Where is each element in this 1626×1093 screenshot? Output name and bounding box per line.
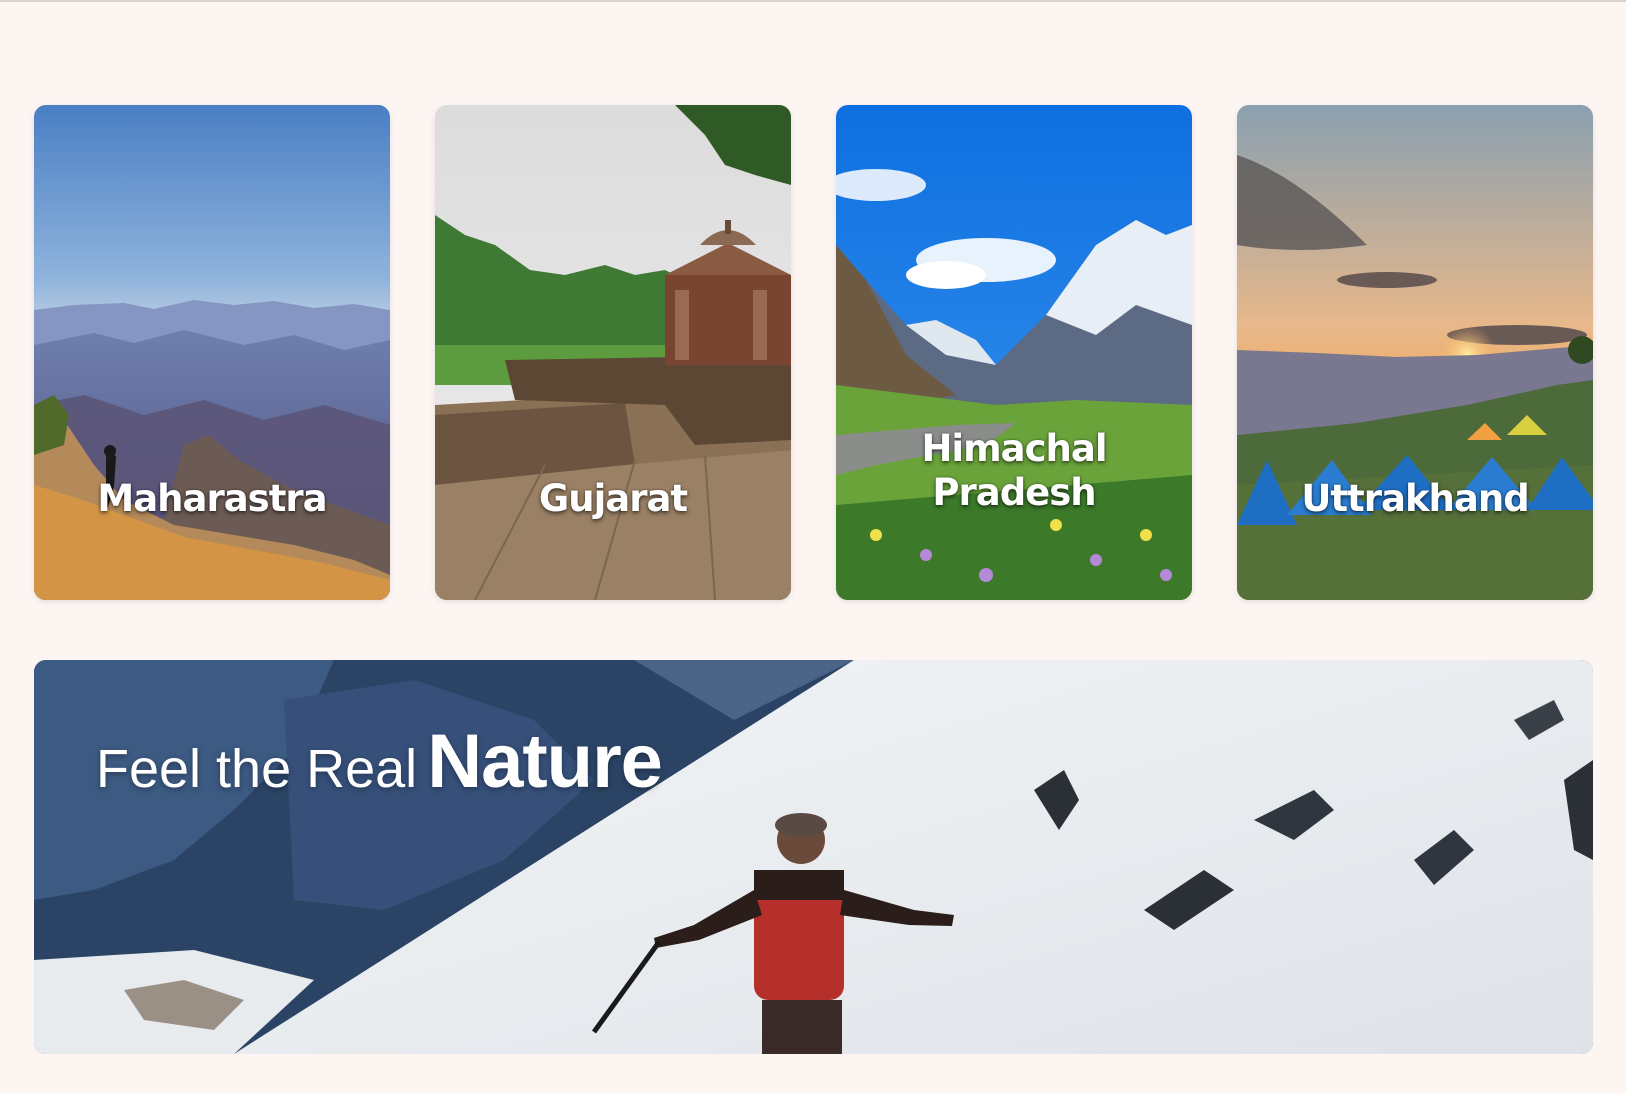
gujarat-image xyxy=(435,105,791,600)
headline-bold-text: Nature xyxy=(427,719,663,804)
destination-card-maharastra[interactable]: Maharastra xyxy=(34,105,390,600)
destination-label: Uttrakhand xyxy=(1301,477,1529,520)
uttrakhand-image xyxy=(1237,105,1593,600)
destination-card-uttrakhand[interactable]: Uttrakhand xyxy=(1237,105,1593,600)
himachal-pradesh-image xyxy=(836,105,1192,600)
banner-headline: Feel the Real Nature xyxy=(96,718,663,805)
destination-card-himachal-pradesh[interactable]: Himachal Pradesh xyxy=(836,105,1192,600)
destination-card-gujarat[interactable]: Gujarat xyxy=(435,105,791,600)
headline-light-text: Feel the Real xyxy=(96,739,418,799)
destination-label: Maharastra xyxy=(97,477,327,520)
nature-banner: Feel the Real Nature xyxy=(34,660,1593,1054)
destination-label: Gujarat xyxy=(538,477,688,520)
maharastra-image xyxy=(34,105,390,600)
destination-label: Himachal Pradesh xyxy=(921,427,1107,514)
